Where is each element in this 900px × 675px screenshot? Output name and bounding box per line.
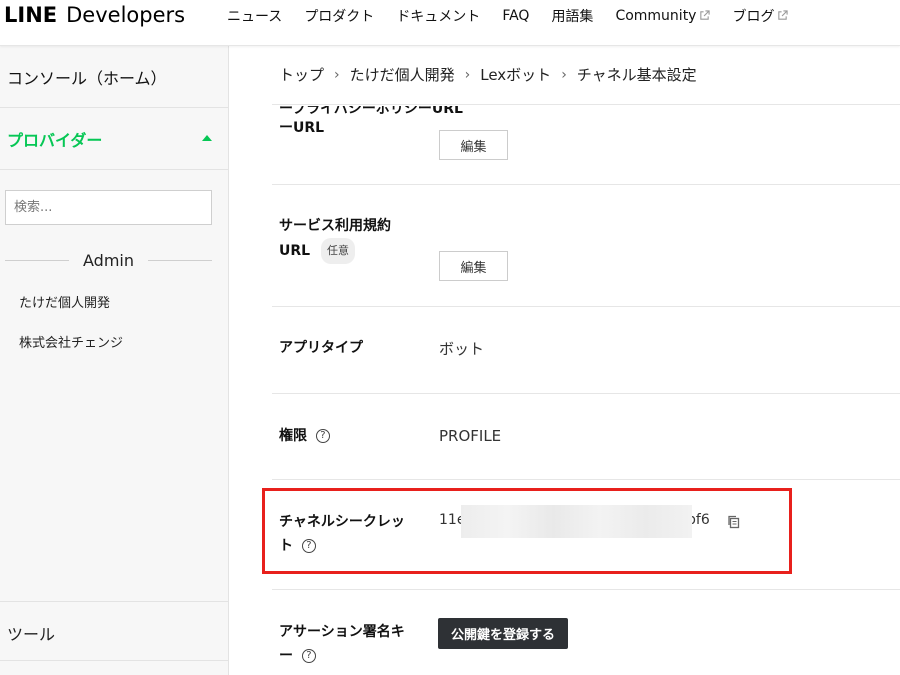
nav-products[interactable]: プロダクト (304, 6, 374, 26)
sidebar-console-home[interactable]: コンソール（ホーム） (0, 46, 228, 108)
breadcrumb-channel[interactable]: Lexボット (480, 64, 551, 85)
optional-badge: 任意 (320, 238, 355, 264)
row-divider (272, 479, 900, 480)
app-type-label: アプリタイプ (279, 340, 363, 356)
logo-line-text: LINE (4, 3, 58, 27)
chevron-right-icon: › (561, 66, 567, 83)
sidebar-provider-change[interactable]: 株式会社チェンジ (19, 332, 123, 351)
row-divider (272, 184, 900, 185)
breadcrumb: トップ › たけだ個人開発 › Lexボット › チャネル基本設定 (279, 64, 697, 85)
sidebar-provider-label: プロバイダー (7, 131, 103, 150)
channel-secret-highlight-box (262, 488, 792, 574)
register-public-key-button[interactable]: 公開鍵を登録する (438, 618, 568, 649)
logo-developers-text: Developers (66, 3, 186, 27)
admin-section-divider: Admin (5, 248, 212, 272)
breadcrumb-current: チャネル基本設定 (576, 66, 697, 84)
question-circle-icon[interactable]: ? (315, 429, 330, 443)
external-link-icon (700, 9, 711, 20)
question-circle-icon[interactable]: ? (301, 649, 316, 663)
terms-url-text: URL (279, 243, 311, 259)
breadcrumb-top[interactable]: トップ (279, 64, 324, 85)
nav-glossary[interactable]: 用語集 (551, 6, 593, 26)
provider-search-input[interactable] (5, 190, 212, 225)
terms-label-line2: URL 任意 (279, 238, 355, 264)
top-nav: ニュース プロダクト ドキュメント FAQ 用語集 Community ブログ (227, 6, 789, 26)
privacy-edit-button[interactable]: 編集 (439, 130, 508, 160)
permission-value: PROFILE (439, 427, 502, 445)
main-content: トップ › たけだ個人開発 › Lexボット › チャネル基本設定 ープライバシ… (229, 46, 900, 675)
divider-line (148, 259, 212, 261)
assertion-key-label-end: ー (279, 648, 293, 664)
nav-community-label: Community (615, 8, 697, 24)
line-developers-logo[interactable]: LINE Developers (4, 3, 185, 31)
row-divider (272, 589, 900, 590)
caret-up-icon (202, 135, 212, 141)
divider-line (5, 259, 69, 261)
terms-label: サービス利用規約 (279, 218, 391, 234)
sidebar-provider-toggle[interactable]: プロバイダー (0, 108, 228, 170)
sidebar-tools[interactable]: ツール (0, 601, 228, 661)
assertion-key-label-line2: ー ? (279, 644, 316, 668)
external-link-icon (778, 9, 789, 20)
nav-blog[interactable]: ブログ (732, 6, 789, 26)
nav-news[interactable]: ニュース (227, 6, 282, 26)
sidebar-provider-takeda[interactable]: たけだ個人開発 (19, 292, 110, 311)
row-divider (272, 393, 900, 394)
admin-section-label: Admin (83, 250, 134, 270)
nav-faq[interactable]: FAQ (502, 8, 529, 24)
breadcrumb-provider[interactable]: たけだ個人開発 (350, 64, 455, 85)
terms-edit-button[interactable]: 編集 (439, 251, 508, 281)
row-divider (272, 306, 900, 307)
permission-label: 権限 (279, 428, 307, 444)
sidebar: コンソール（ホーム） プロバイダー Admin たけだ個人開発 株式会社チェンジ… (0, 46, 229, 675)
top-header: LINE Developers ニュース プロダクト ドキュメント FAQ 用語… (0, 0, 900, 46)
assertion-key-label: アサーション署名キ (279, 624, 405, 640)
chevron-right-icon: › (334, 66, 340, 83)
nav-documents[interactable]: ドキュメント (396, 6, 480, 26)
permission-label-row: 権限 ? (279, 424, 330, 448)
privacy-policy-label: ーURL (279, 120, 325, 136)
nav-blog-label: ブログ (732, 9, 775, 25)
app-type-value: ボット (439, 340, 485, 358)
nav-community[interactable]: Community (615, 8, 711, 24)
chevron-right-icon: › (464, 66, 471, 83)
breadcrumb-divider (272, 104, 900, 105)
